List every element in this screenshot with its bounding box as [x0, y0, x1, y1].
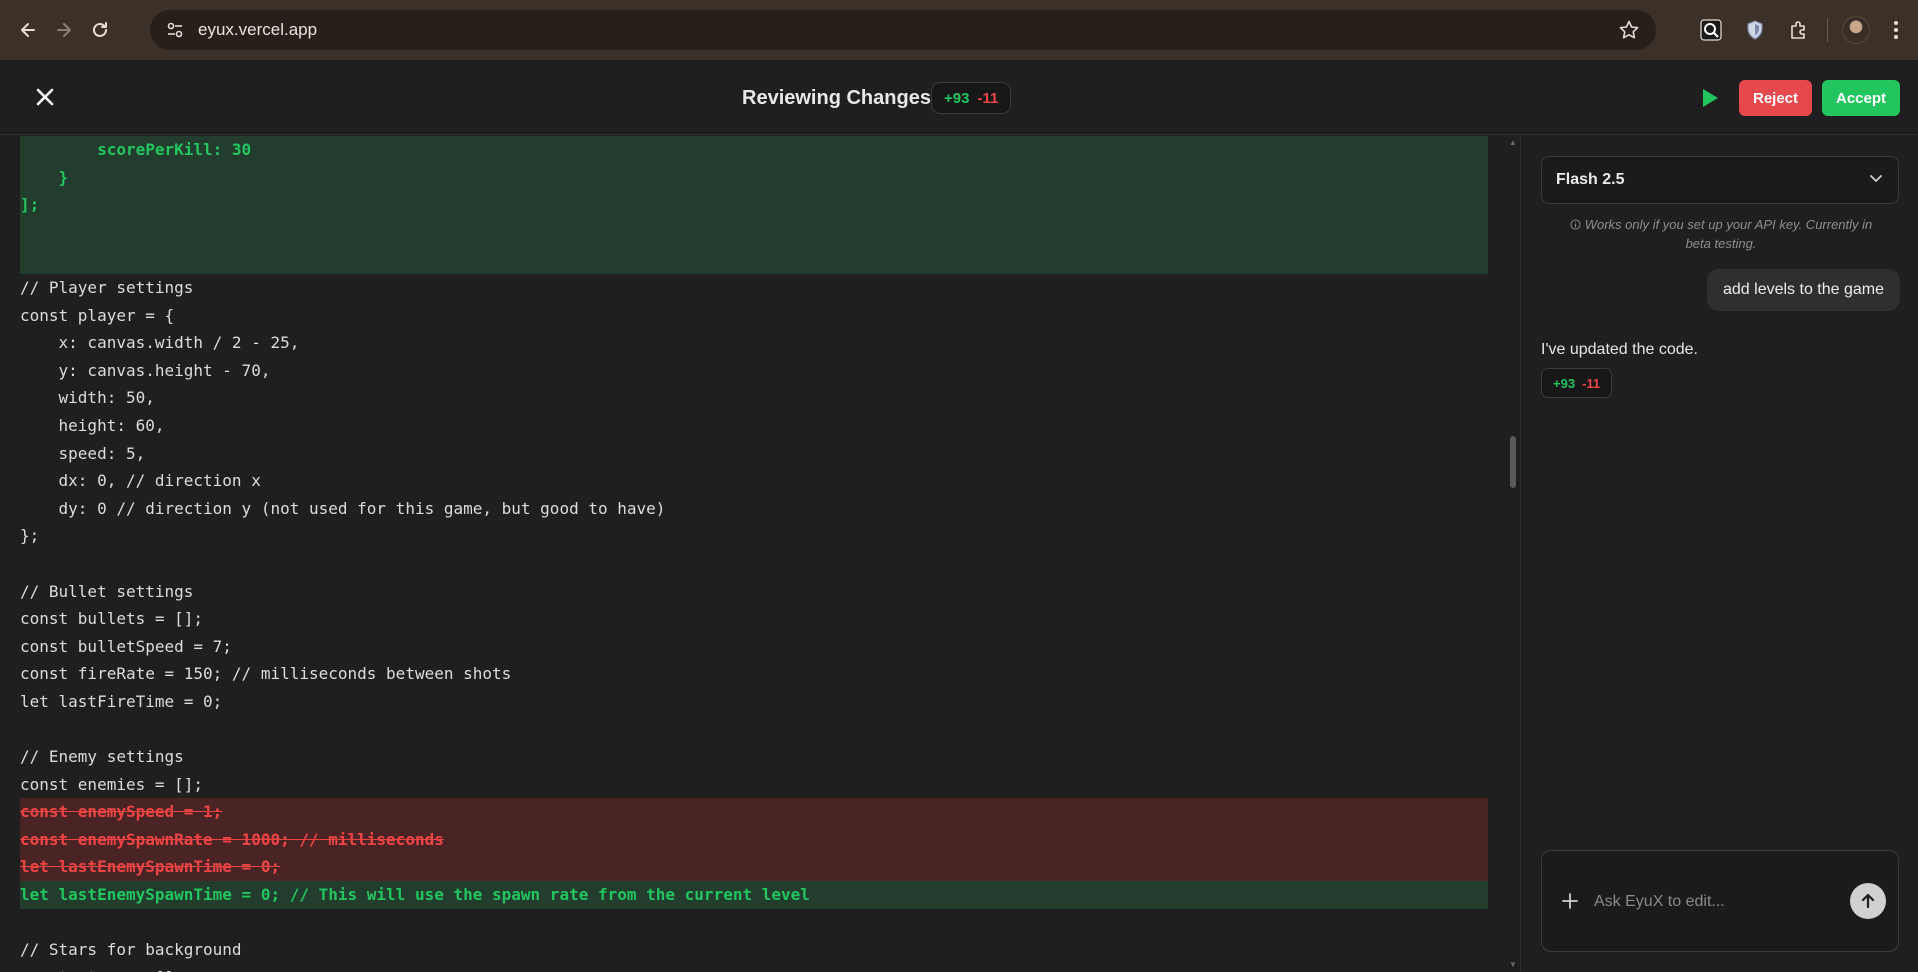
- code-line: dx: 0, // direction x: [20, 471, 261, 491]
- code-line: // Player settings: [20, 277, 194, 297]
- removed-code-line: const enemySpawnRate = 1000; // millisec…: [20, 825, 1488, 854]
- reject-button[interactable]: Reject: [1739, 80, 1812, 116]
- scroll-down-arrow-icon[interactable]: ▼: [1508, 960, 1518, 970]
- toolbar-divider: [1827, 18, 1828, 42]
- shield-extension-icon[interactable]: [1733, 10, 1777, 50]
- search-extension-icon[interactable]: [1689, 10, 1733, 50]
- assistant-diff-badge[interactable]: +93 -11: [1541, 368, 1613, 398]
- assistant-message: I've updated the code.: [1541, 341, 1698, 358]
- back-icon[interactable]: [10, 12, 46, 48]
- scroll-up-arrow-icon[interactable]: ▲: [1508, 138, 1518, 148]
- deletions-count: -11: [977, 89, 999, 107]
- chevron-down-icon: [1868, 170, 1884, 191]
- profile-avatar[interactable]: [1842, 16, 1870, 44]
- scroll-thumb[interactable]: [1510, 436, 1516, 488]
- chat-input-box[interactable]: [1541, 850, 1899, 952]
- browser-toolbar: eyux.vercel.app: [0, 0, 1918, 60]
- send-button[interactable]: [1850, 883, 1886, 919]
- code-line: const bulletSpeed = 7;: [20, 636, 232, 656]
- code-line: const bullets = [];: [20, 609, 204, 629]
- model-selector-value: Flash 2.5: [1556, 171, 1625, 188]
- code-line: y: canvas.height - 70,: [20, 360, 271, 380]
- code-line: let lastFireTime = 0;: [20, 691, 223, 711]
- code-line: x: canvas.width / 2 - 25,: [20, 333, 300, 353]
- assistant-deletions-count: -11: [1582, 375, 1601, 391]
- added-code-line: scorePerKill: 30: [20, 136, 1488, 164]
- added-code-line: let lastEnemySpawnTime = 0; // This will…: [20, 881, 1488, 909]
- code-diff-view[interactable]: scorePerKill: 30 }]; // Player settings co…: [0, 136, 1498, 972]
- more-menu-icon[interactable]: [1878, 10, 1914, 50]
- extensions-puzzle-icon[interactable]: [1777, 10, 1821, 50]
- code-line: width: 50,: [20, 388, 155, 408]
- code-line: const player = {: [20, 305, 175, 325]
- code-scrollbar[interactable]: ▲ ▼: [1508, 136, 1518, 972]
- api-key-note-text: Works only if you set up your API key. C…: [1584, 217, 1873, 251]
- code-lines: scorePerKill: 30 }]; // Player settings co…: [20, 136, 1488, 972]
- profile-button[interactable]: [1834, 10, 1878, 50]
- diff-stats-badge: +93 -11: [931, 82, 1012, 114]
- user-message-bubble: add levels to the game: [1707, 269, 1900, 311]
- additions-count: +93: [944, 89, 970, 107]
- code-line: // Enemy settings: [20, 747, 184, 767]
- model-selector[interactable]: Flash 2.5: [1541, 156, 1899, 204]
- url-text[interactable]: eyux.vercel.app: [198, 20, 317, 40]
- forward-icon[interactable]: [46, 12, 82, 48]
- code-line: const stars = [];: [20, 964, 1488, 972]
- code-line: // Bullet settings: [20, 581, 194, 601]
- api-key-note: Works only if you set up your API key. C…: [1561, 216, 1881, 253]
- added-code-line: }: [20, 163, 1488, 192]
- added-code-line: ];: [20, 191, 1488, 219]
- chat-input[interactable]: [1594, 887, 1844, 917]
- code-line: dy: 0 // direction y (not used for this …: [20, 498, 666, 518]
- code-line: height: 60,: [20, 415, 165, 435]
- code-line: // Stars for background: [20, 940, 242, 960]
- assistant-additions-count: +93: [1553, 375, 1576, 391]
- code-line: const fireRate = 150; // milliseconds be…: [20, 664, 512, 684]
- accept-button[interactable]: Accept: [1822, 80, 1900, 116]
- chat-panel: Flash 2.5 Works only if you set up your …: [1521, 136, 1918, 972]
- reload-icon[interactable]: [82, 12, 118, 48]
- code-line: speed: 5,: [20, 443, 146, 463]
- page-title: Reviewing Changes: [742, 87, 931, 109]
- review-header: Reviewing Changes +93 -11 Reject Accept: [0, 60, 1918, 135]
- code-line: const enemies = [];: [20, 774, 204, 794]
- removed-code-line: let lastEnemySpawnTime = 0;: [20, 853, 1488, 882]
- site-settings-icon[interactable]: [164, 19, 186, 41]
- removed-code-line: const enemySpeed = 1;: [20, 798, 1488, 826]
- plus-icon[interactable]: [1556, 887, 1584, 915]
- info-icon: [1570, 217, 1581, 235]
- code-line: };: [20, 526, 40, 546]
- address-bar[interactable]: eyux.vercel.app: [150, 10, 1656, 50]
- bookmark-star-icon[interactable]: [1618, 19, 1640, 41]
- play-icon[interactable]: [1694, 82, 1726, 114]
- close-icon[interactable]: [30, 82, 60, 112]
- arrow-up-icon: [1859, 892, 1877, 910]
- added-code-line: [20, 218, 1488, 247]
- added-code-line: [20, 246, 1488, 274]
